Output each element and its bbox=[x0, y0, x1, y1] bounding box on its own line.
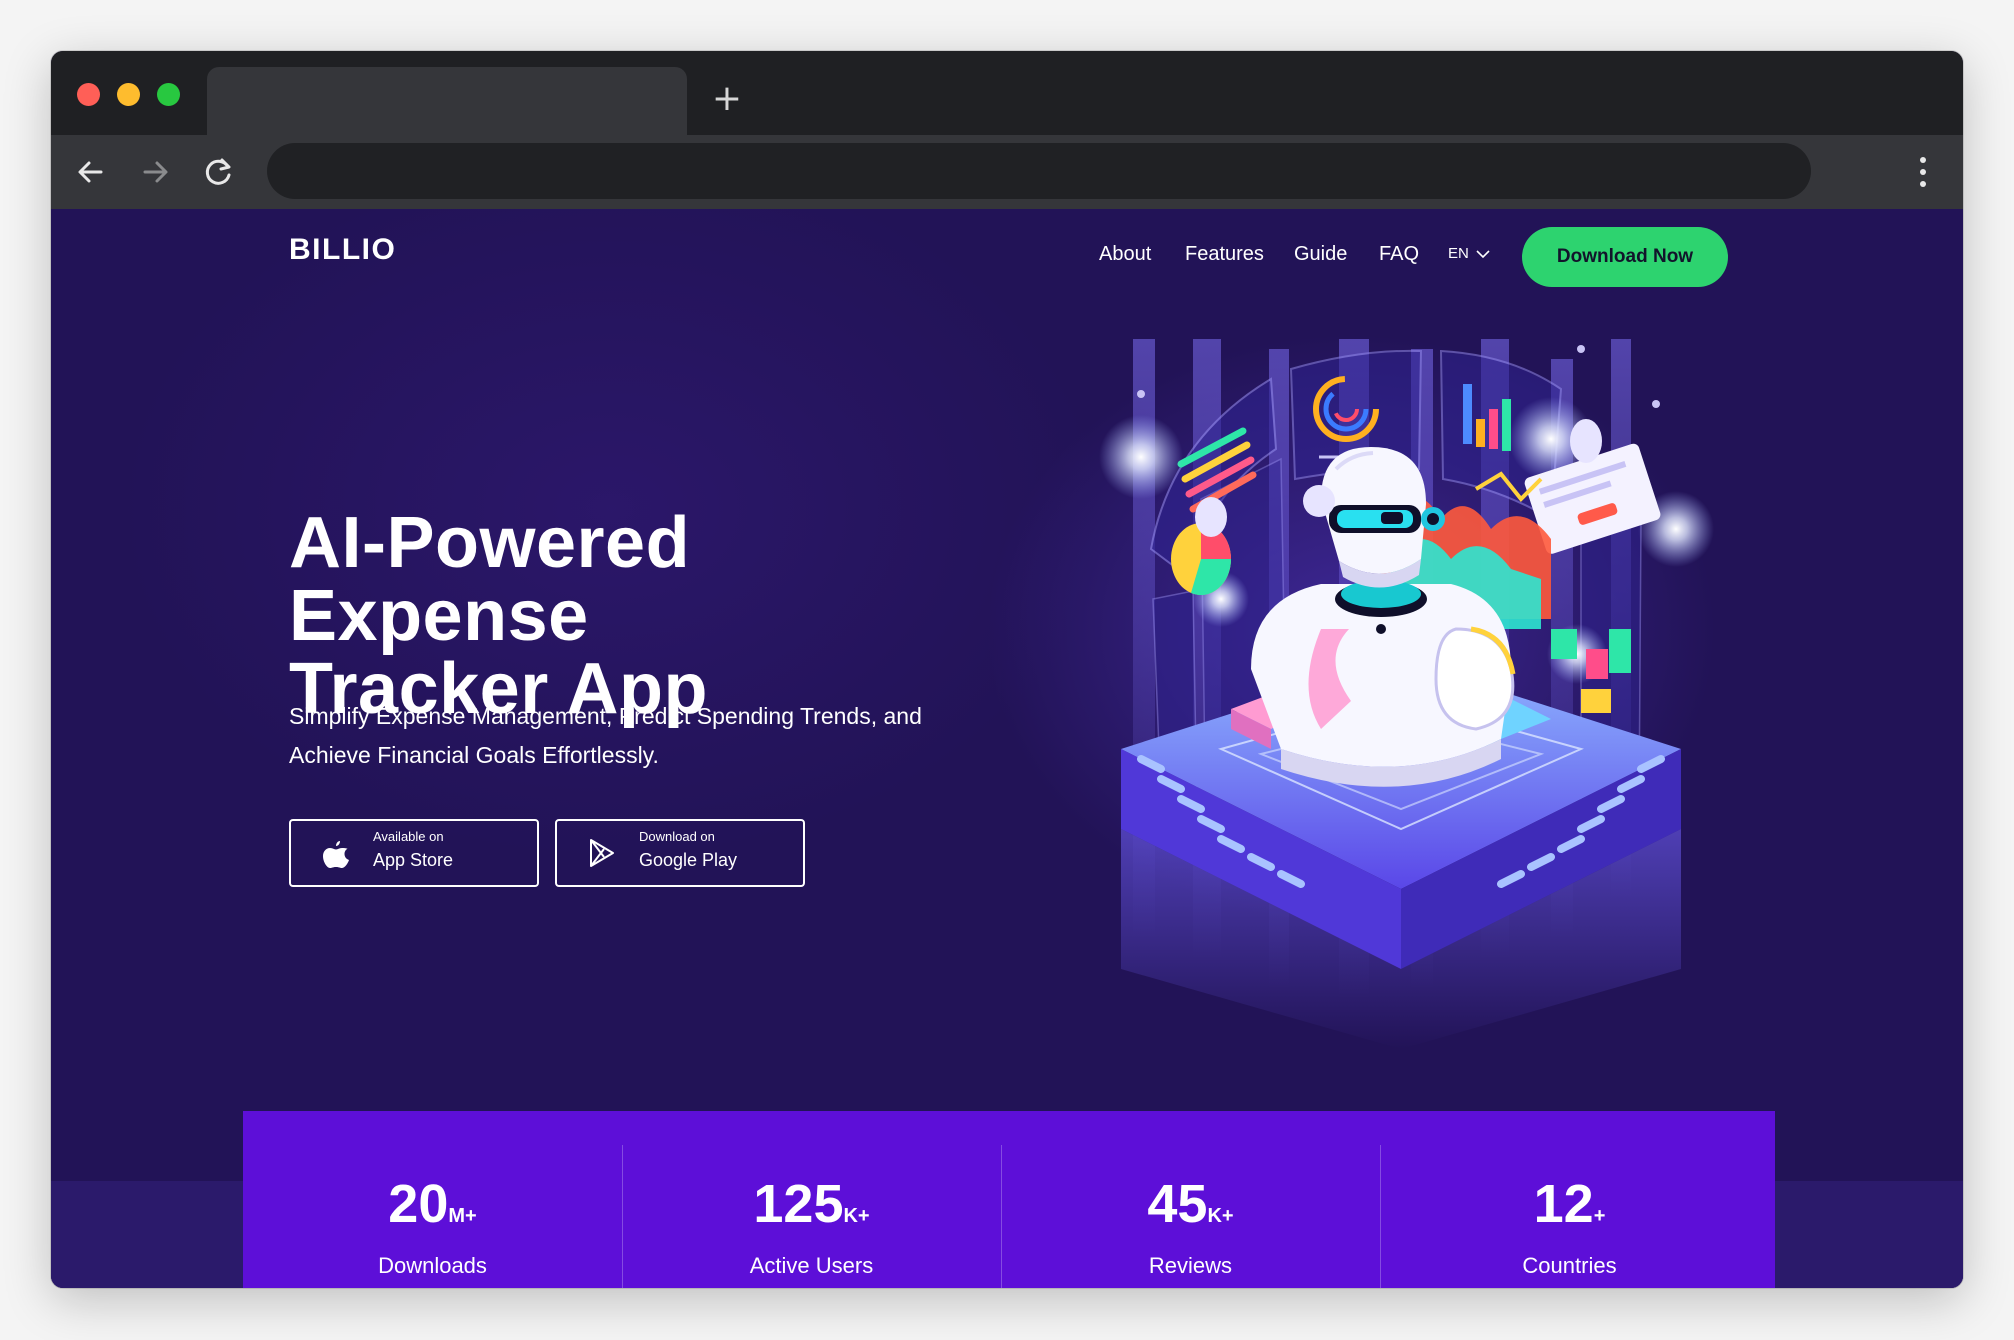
language-code: EN bbox=[1448, 245, 1469, 262]
stat-label: Reviews bbox=[1148, 1253, 1233, 1278]
close-window-icon[interactable] bbox=[77, 83, 100, 106]
stat-reviews: 45K+ Reviews bbox=[1001, 1111, 1380, 1288]
stat-label: Active Users bbox=[749, 1253, 874, 1278]
hero-title: AI-Powered Expense Tracker App bbox=[289, 507, 1009, 726]
browser-tab[interactable] bbox=[207, 67, 687, 135]
stat-suffix: M+ bbox=[448, 1205, 477, 1227]
minimize-window-icon[interactable] bbox=[117, 83, 140, 106]
stat-active-users: 125K+ Active Users bbox=[622, 1111, 1001, 1288]
app-store-button[interactable]: Available on App Store bbox=[289, 819, 539, 887]
nav-link-features[interactable]: Features bbox=[1185, 243, 1264, 266]
language-selector[interactable]: EN bbox=[1448, 245, 1491, 262]
nav-link-about[interactable]: About bbox=[1099, 243, 1151, 266]
app-store-small-label: Available on bbox=[373, 829, 444, 844]
hero-title-line-1: AI-Powered Expense bbox=[289, 503, 691, 656]
back-arrow-icon[interactable] bbox=[69, 150, 113, 194]
google-play-small-label: Download on bbox=[639, 829, 715, 844]
site-logo[interactable]: BILLIO bbox=[289, 233, 396, 267]
stat-value: 125 bbox=[753, 1174, 844, 1234]
maximize-window-icon[interactable] bbox=[157, 83, 180, 106]
hero-subtitle-line-1: Simplify Expense Management, Predict Spe… bbox=[289, 703, 922, 729]
stats-banner: 20M+ Downloads 125K+ Active Users 45K+ R… bbox=[243, 1111, 1775, 1288]
landing-page: BILLIO About Features Guide FAQ EN Downl… bbox=[51, 209, 1963, 1288]
google-play-button[interactable]: Download on Google Play bbox=[555, 819, 805, 887]
nav-link-guide[interactable]: Guide bbox=[1294, 243, 1347, 266]
apple-icon bbox=[323, 841, 349, 868]
hero-subtitle: Simplify Expense Management, Predict Spe… bbox=[289, 697, 1009, 775]
nav-link-faq[interactable]: FAQ bbox=[1379, 243, 1419, 266]
hero-subtitle-line-2: Achieve Financial Goals Effortlessly. bbox=[289, 742, 659, 768]
stat-value: 12 bbox=[1533, 1174, 1594, 1234]
browser-titlebar: + bbox=[51, 51, 1963, 135]
app-store-label: App Store bbox=[373, 850, 454, 870]
download-now-button[interactable]: Download Now bbox=[1522, 227, 1728, 287]
new-tab-button[interactable]: + bbox=[707, 79, 747, 119]
reload-icon[interactable] bbox=[197, 150, 241, 194]
browser-window: + BILLIO About Features Guide FAQ EN Dow… bbox=[51, 51, 1963, 1288]
stat-suffix: + bbox=[1593, 1205, 1606, 1227]
stat-countries: 12+ Countries bbox=[1380, 1111, 1759, 1288]
browser-menu-icon[interactable] bbox=[1913, 152, 1933, 192]
address-bar[interactable] bbox=[267, 143, 1811, 199]
stat-label: Downloads bbox=[378, 1253, 487, 1278]
chevron-down-icon bbox=[1476, 250, 1490, 259]
robot-dashboard-illustration bbox=[1099, 339, 1714, 1049]
google-play-label: Google Play bbox=[639, 850, 738, 870]
forward-arrow-icon[interactable] bbox=[133, 150, 177, 194]
stat-suffix: K+ bbox=[1207, 1205, 1234, 1227]
stat-downloads: 20M+ Downloads bbox=[243, 1111, 622, 1288]
stat-value: 45 bbox=[1147, 1174, 1208, 1234]
google-play-icon bbox=[590, 839, 614, 867]
stat-suffix: K+ bbox=[843, 1205, 870, 1227]
stat-value: 20 bbox=[388, 1174, 449, 1234]
stat-label: Countries bbox=[1522, 1253, 1617, 1278]
browser-toolbar bbox=[51, 135, 1963, 209]
